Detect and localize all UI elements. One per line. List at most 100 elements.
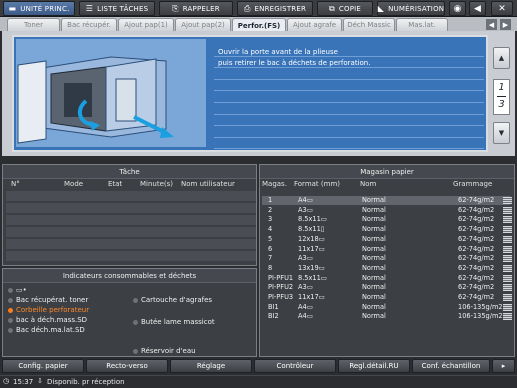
scan-icon: ◣ <box>377 4 385 13</box>
bottom-toolbar: Config. papier Recto-verso Réglage Contr… <box>0 358 517 374</box>
paper-tray-format: A3▭ <box>298 254 313 263</box>
col-name: Nom <box>360 180 377 188</box>
recall-button[interactable]: ⎘ RAPPELER <box>159 1 233 16</box>
paper-setting-button[interactable]: Config. papier <box>2 359 84 373</box>
job-panel: Tâche N° Mode Etat Minute(s) Nom utilisa… <box>2 164 257 266</box>
paper-tray-weight: 106-135g/m2 <box>458 302 503 311</box>
job-row[interactable] <box>6 215 256 226</box>
scan-button[interactable]: ◣ NUMÉRISATION <box>377 1 445 16</box>
volume-icon[interactable]: ◀ <box>469 1 486 16</box>
duplex-button[interactable]: Recto-verso <box>86 359 168 373</box>
paper-tray-tray: PI-PFU2 <box>268 283 294 292</box>
page-up-button[interactable]: ▲ <box>493 47 510 69</box>
tab-ajout-pap-1[interactable]: Ajout pap(1) <box>118 18 174 31</box>
paper-tray-tray: PI-PFU3 <box>268 293 294 301</box>
battery-icon: ▭• <box>8 286 27 294</box>
main-unit-button[interactable]: ▬ UNITÉ PRINC. <box>3 1 75 16</box>
paper-tray-row[interactable]: 6 11x17▭ Normal 62-74g/m2 <box>262 244 512 254</box>
tab-ajout-agrafe[interactable]: Ajout agrafe <box>287 18 342 31</box>
paper-tray-format: 11x17▭ <box>298 244 325 253</box>
paper-tray-row[interactable]: 2 A3▭ Normal 62-74g/m2 <box>262 205 512 215</box>
page-down-button[interactable]: ▼ <box>493 122 510 144</box>
job-row[interactable] <box>6 239 256 250</box>
paper-tray-weight: 62-74g/m2 <box>458 234 495 243</box>
tab-mas-lat[interactable]: Mas.lat. <box>396 18 448 31</box>
relay-unit-setting-button[interactable]: Regl.détail.RU <box>338 359 410 373</box>
paper-tray-panel: Magasin papier Magas. Format (mm) Nom Gr… <box>259 164 515 357</box>
paper-tray-row[interactable]: 3 8.5x11▭ Normal 62-74g/m2 <box>262 215 512 224</box>
cons-water-tank: Réservoir d'eau <box>133 347 196 355</box>
consumable-tabs: Toner Bac récupér. Ajout pap(1) Ajout pa… <box>0 17 517 32</box>
paper-tray-name: Normal <box>362 312 386 321</box>
paper-tray-weight: 62-74g/m2 <box>458 215 495 224</box>
paper-tray-name: Normal <box>362 215 386 224</box>
tab-ajout-pap-2[interactable]: Ajout pap(2) <box>175 18 231 31</box>
paper-tray-tray: PI-PFU1 <box>268 273 294 282</box>
tab-bac-recuper[interactable]: Bac récupér. <box>61 18 117 31</box>
register-button[interactable]: ⎙ ENREGISTRER <box>237 1 313 16</box>
clock-icon: ◷ <box>3 377 10 385</box>
paper-tray-weight: 62-74g/m2 <box>458 283 495 292</box>
copy-button[interactable]: ⧉ COPIE <box>317 1 373 16</box>
job-row[interactable] <box>6 227 256 238</box>
paper-tray-tray: 1 <box>268 196 273 204</box>
paper-tray-row[interactable]: PI-PFU1 8.5x11▭ Normal 62-74g/m2 <box>262 273 512 283</box>
paper-level-icon <box>503 264 512 272</box>
paper-tray-row[interactable]: BI2 A4▭ Normal 106-135g/m2 <box>262 312 512 321</box>
paper-tray-tray: 2 <box>268 205 273 214</box>
copy-icon: ⧉ <box>328 3 335 13</box>
col-user: Nom utilisateur <box>181 180 235 188</box>
paper-tray-tray: 3 <box>268 215 273 224</box>
cons-side-trimmer-waste: Bac déch.ma.lat.SD <box>8 326 85 334</box>
close-icon[interactable]: ✕ <box>491 1 513 16</box>
paper-tray-name: Normal <box>362 293 386 301</box>
more-icon[interactable]: ▸ <box>492 359 515 373</box>
paper-tray-row[interactable]: 4 8.5x11▯ Normal 62-74g/m2 <box>262 225 512 234</box>
tab-scroll-left-icon[interactable]: ◀ <box>486 19 497 30</box>
paper-tray-row[interactable]: 7 A3▭ Normal 62-74g/m2 <box>262 254 512 263</box>
paper-level-icon <box>503 226 512 234</box>
paper-tray-weight: 62-74g/m2 <box>458 244 495 253</box>
paper-tray-row[interactable]: PI-PFU2 A3▭ Normal 62-74g/m2 <box>262 283 512 292</box>
paper-level-icon <box>503 235 512 243</box>
paper-level-icon <box>503 255 512 263</box>
tab-dech-massic[interactable]: Déch Massic <box>343 18 395 31</box>
paper-tray-format: A4▭ <box>298 302 313 311</box>
settings-icon[interactable]: ◉ <box>449 1 466 16</box>
paper-tray-name: Normal <box>362 234 386 243</box>
paper-tray-format: A3▭ <box>298 283 313 292</box>
paper-tray-tray: 7 <box>268 254 273 263</box>
paper-tray-row[interactable]: 5 12x18▭ Normal 62-74g/m2 <box>262 234 512 244</box>
paper-level-icon <box>503 274 512 282</box>
tab-scroll-right-icon[interactable]: ▶ <box>500 19 511 30</box>
paper-tray-format: 12x18▭ <box>298 234 325 243</box>
job-list-button[interactable]: ☰ LISTE TÂCHES <box>79 1 155 16</box>
paper-tray-row[interactable]: 8 13x19▭ Normal 62-74g/m2 <box>262 264 512 273</box>
job-row[interactable] <box>6 203 256 214</box>
job-row[interactable] <box>6 191 256 202</box>
paper-tray-name: Normal <box>362 244 386 253</box>
paper-level-icon <box>503 284 512 292</box>
job-row[interactable] <box>6 251 256 262</box>
paper-tray-row[interactable]: 1 A4▭ Normal 62-74g/m2 <box>262 196 512 205</box>
col-tray: Magas. <box>262 180 287 188</box>
paper-level-icon <box>503 313 512 321</box>
tab-perfor-fs[interactable]: Perfor.(FS) <box>232 18 286 32</box>
save-icon: ⎙ <box>243 3 251 13</box>
receive-icon: ⇩ <box>37 377 43 385</box>
page-indicator: 1 3 <box>493 79 510 115</box>
adjustment-button[interactable]: Réglage <box>170 359 252 373</box>
list-icon: ☰ <box>85 4 94 13</box>
paper-tray-row[interactable]: PI-PFU3 11x17▭ Normal 62-74g/m2 <box>262 293 512 302</box>
paper-tray-row[interactable]: BI1 A4▭ Normal 106-135g/m2 <box>262 302 512 312</box>
col-weight: Grammage <box>453 180 493 188</box>
controller-button[interactable]: Contrôleur <box>254 359 336 373</box>
cons-punch-waste: Corbeille perforateur <box>8 306 89 314</box>
paper-tray-format: 8.5x11▭ <box>298 273 328 282</box>
job-panel-title: Tâche <box>3 165 256 179</box>
col-format: Format (mm) <box>294 180 340 188</box>
sample-setting-button[interactable]: Conf. échantillon <box>412 359 490 373</box>
paper-panel-title: Magasin papier <box>260 165 514 179</box>
tab-toner[interactable]: Toner <box>7 18 60 31</box>
paper-tray-format: A4▭ <box>298 196 313 204</box>
